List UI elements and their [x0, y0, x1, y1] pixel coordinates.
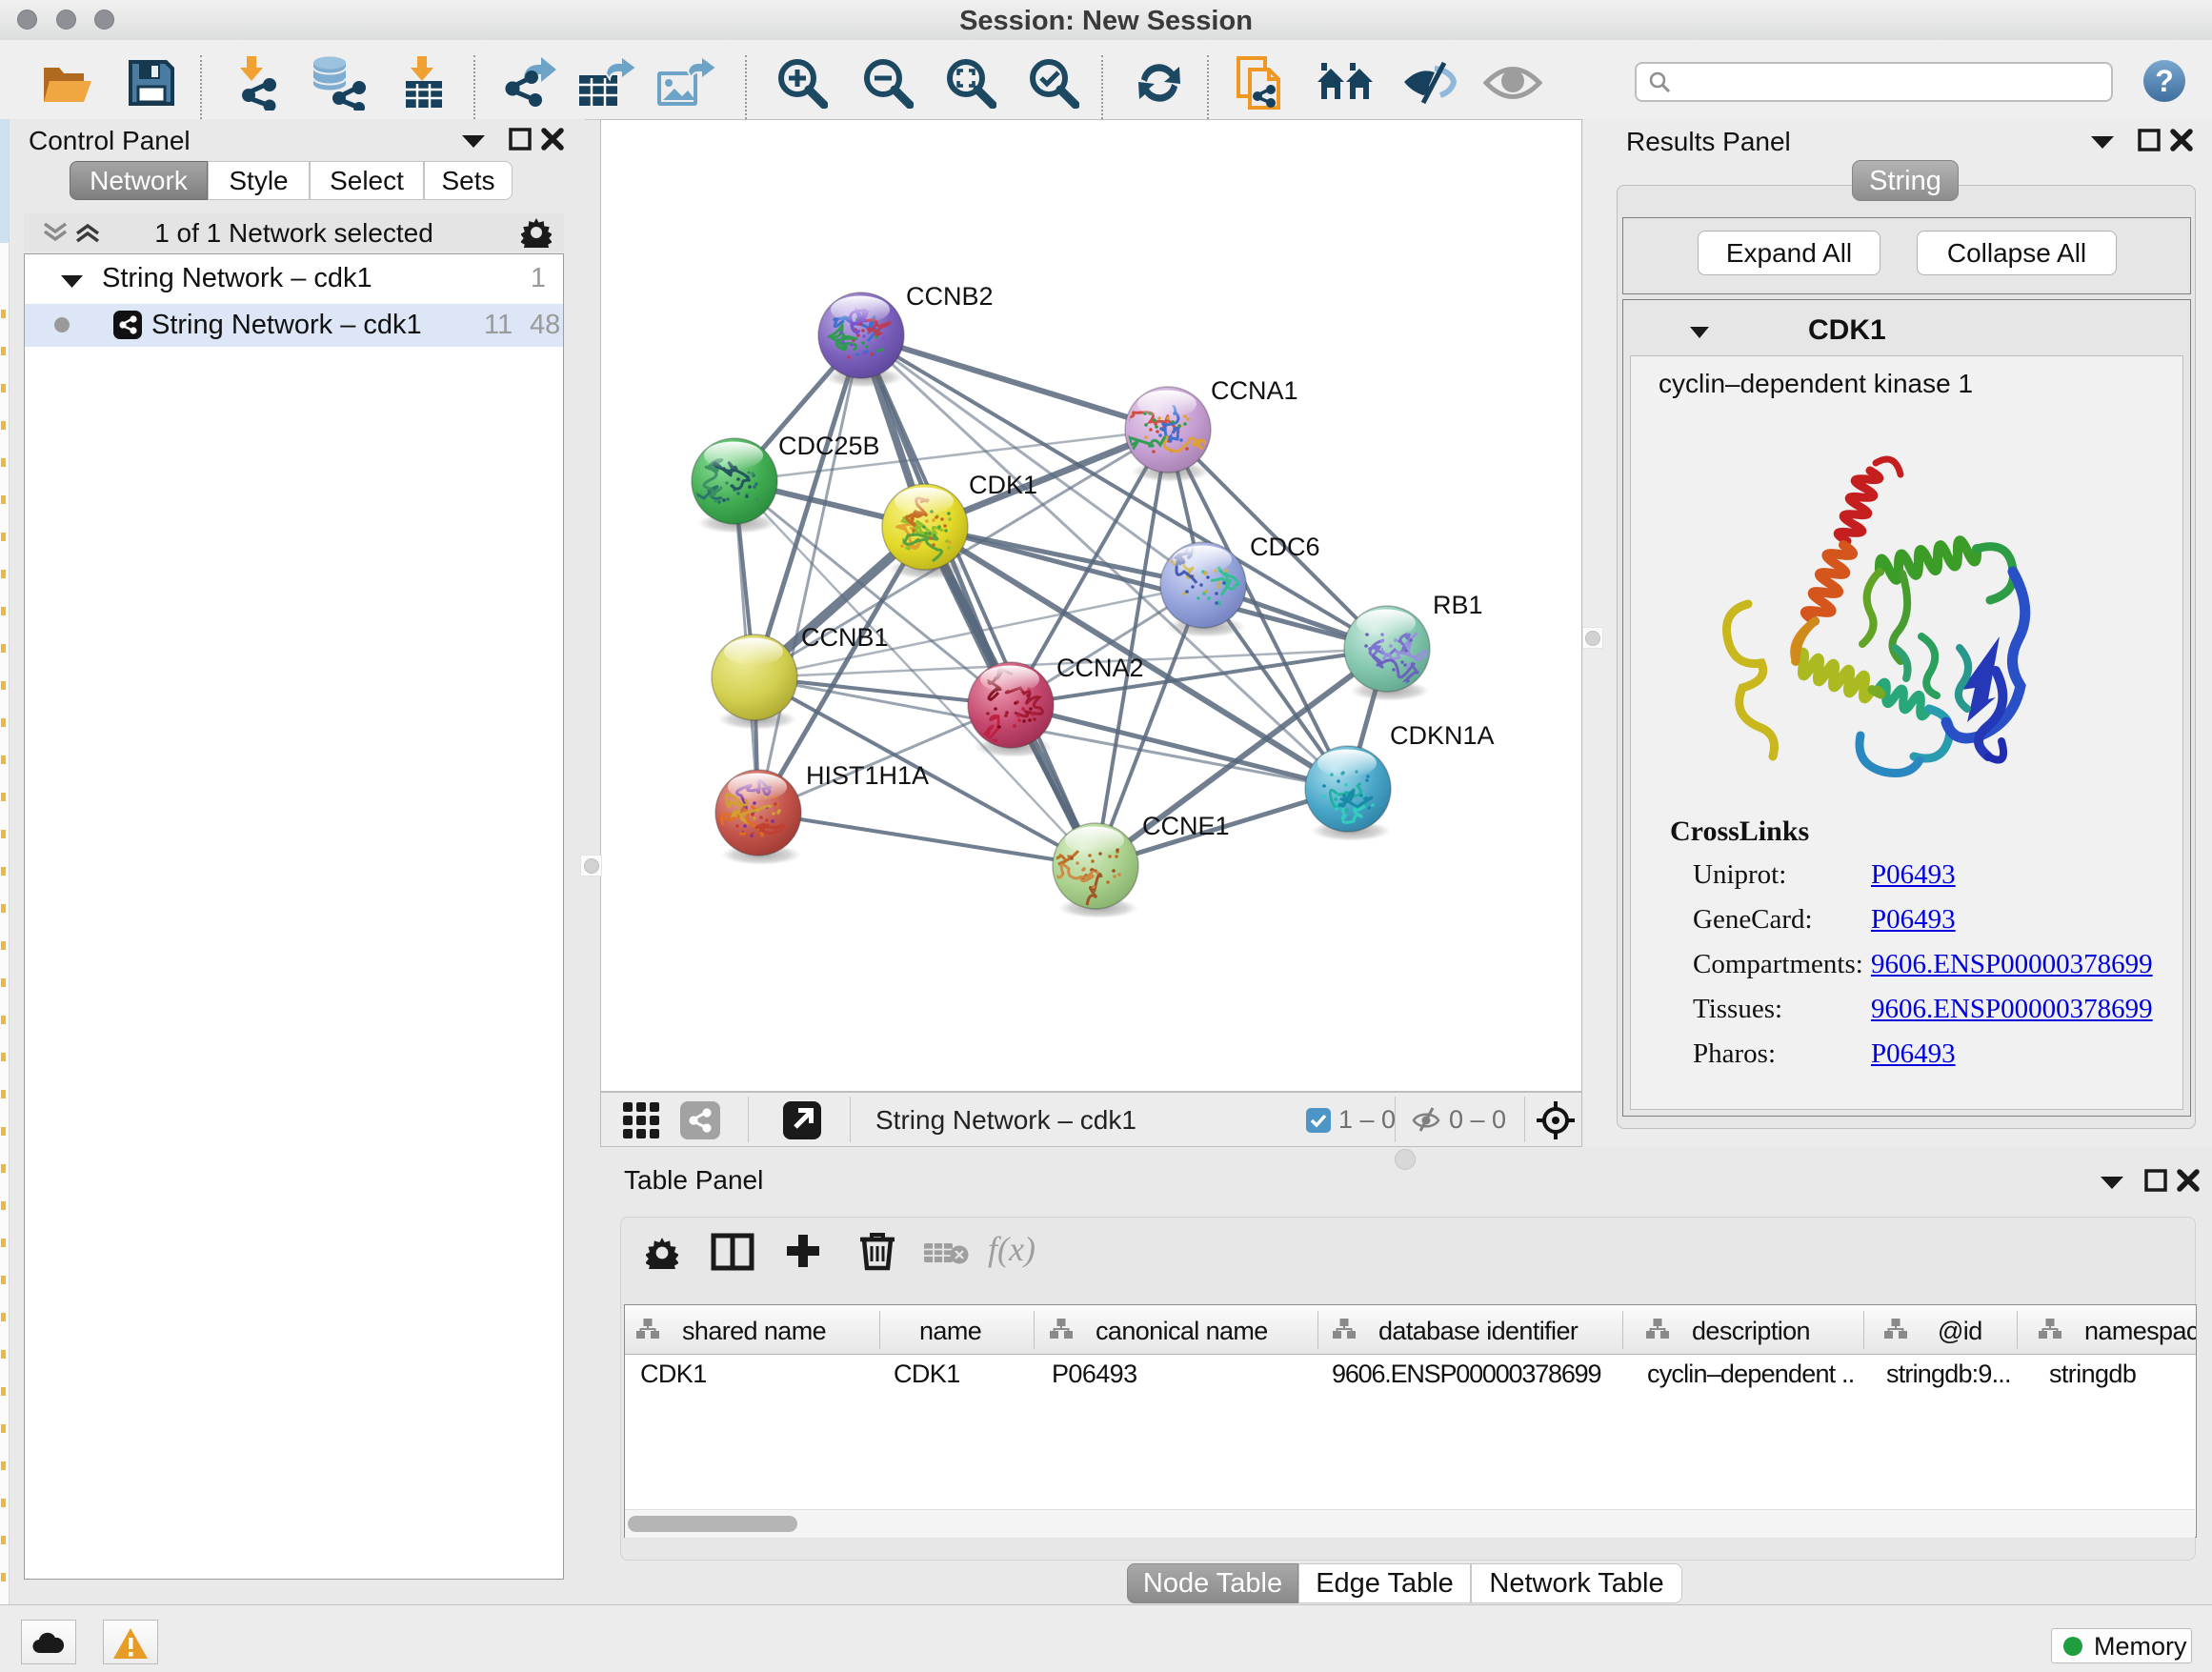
- svg-text:CCNA2: CCNA2: [1056, 654, 1144, 682]
- svg-text:CCNA1: CCNA1: [1211, 376, 1298, 405]
- svg-text:CDC6: CDC6: [1250, 533, 1320, 561]
- svg-text:RB1: RB1: [1433, 591, 1483, 619]
- svg-text:CDKN1A: CDKN1A: [1390, 721, 1495, 750]
- svg-text:CCNE1: CCNE1: [1142, 812, 1230, 840]
- svg-text:CDK1: CDK1: [969, 471, 1037, 499]
- svg-text:CDC25B: CDC25B: [778, 432, 880, 460]
- svg-text:HIST1H1A: HIST1H1A: [806, 761, 929, 790]
- svg-text:CCNB1: CCNB1: [801, 623, 889, 652]
- svg-text:CCNB2: CCNB2: [906, 282, 994, 311]
